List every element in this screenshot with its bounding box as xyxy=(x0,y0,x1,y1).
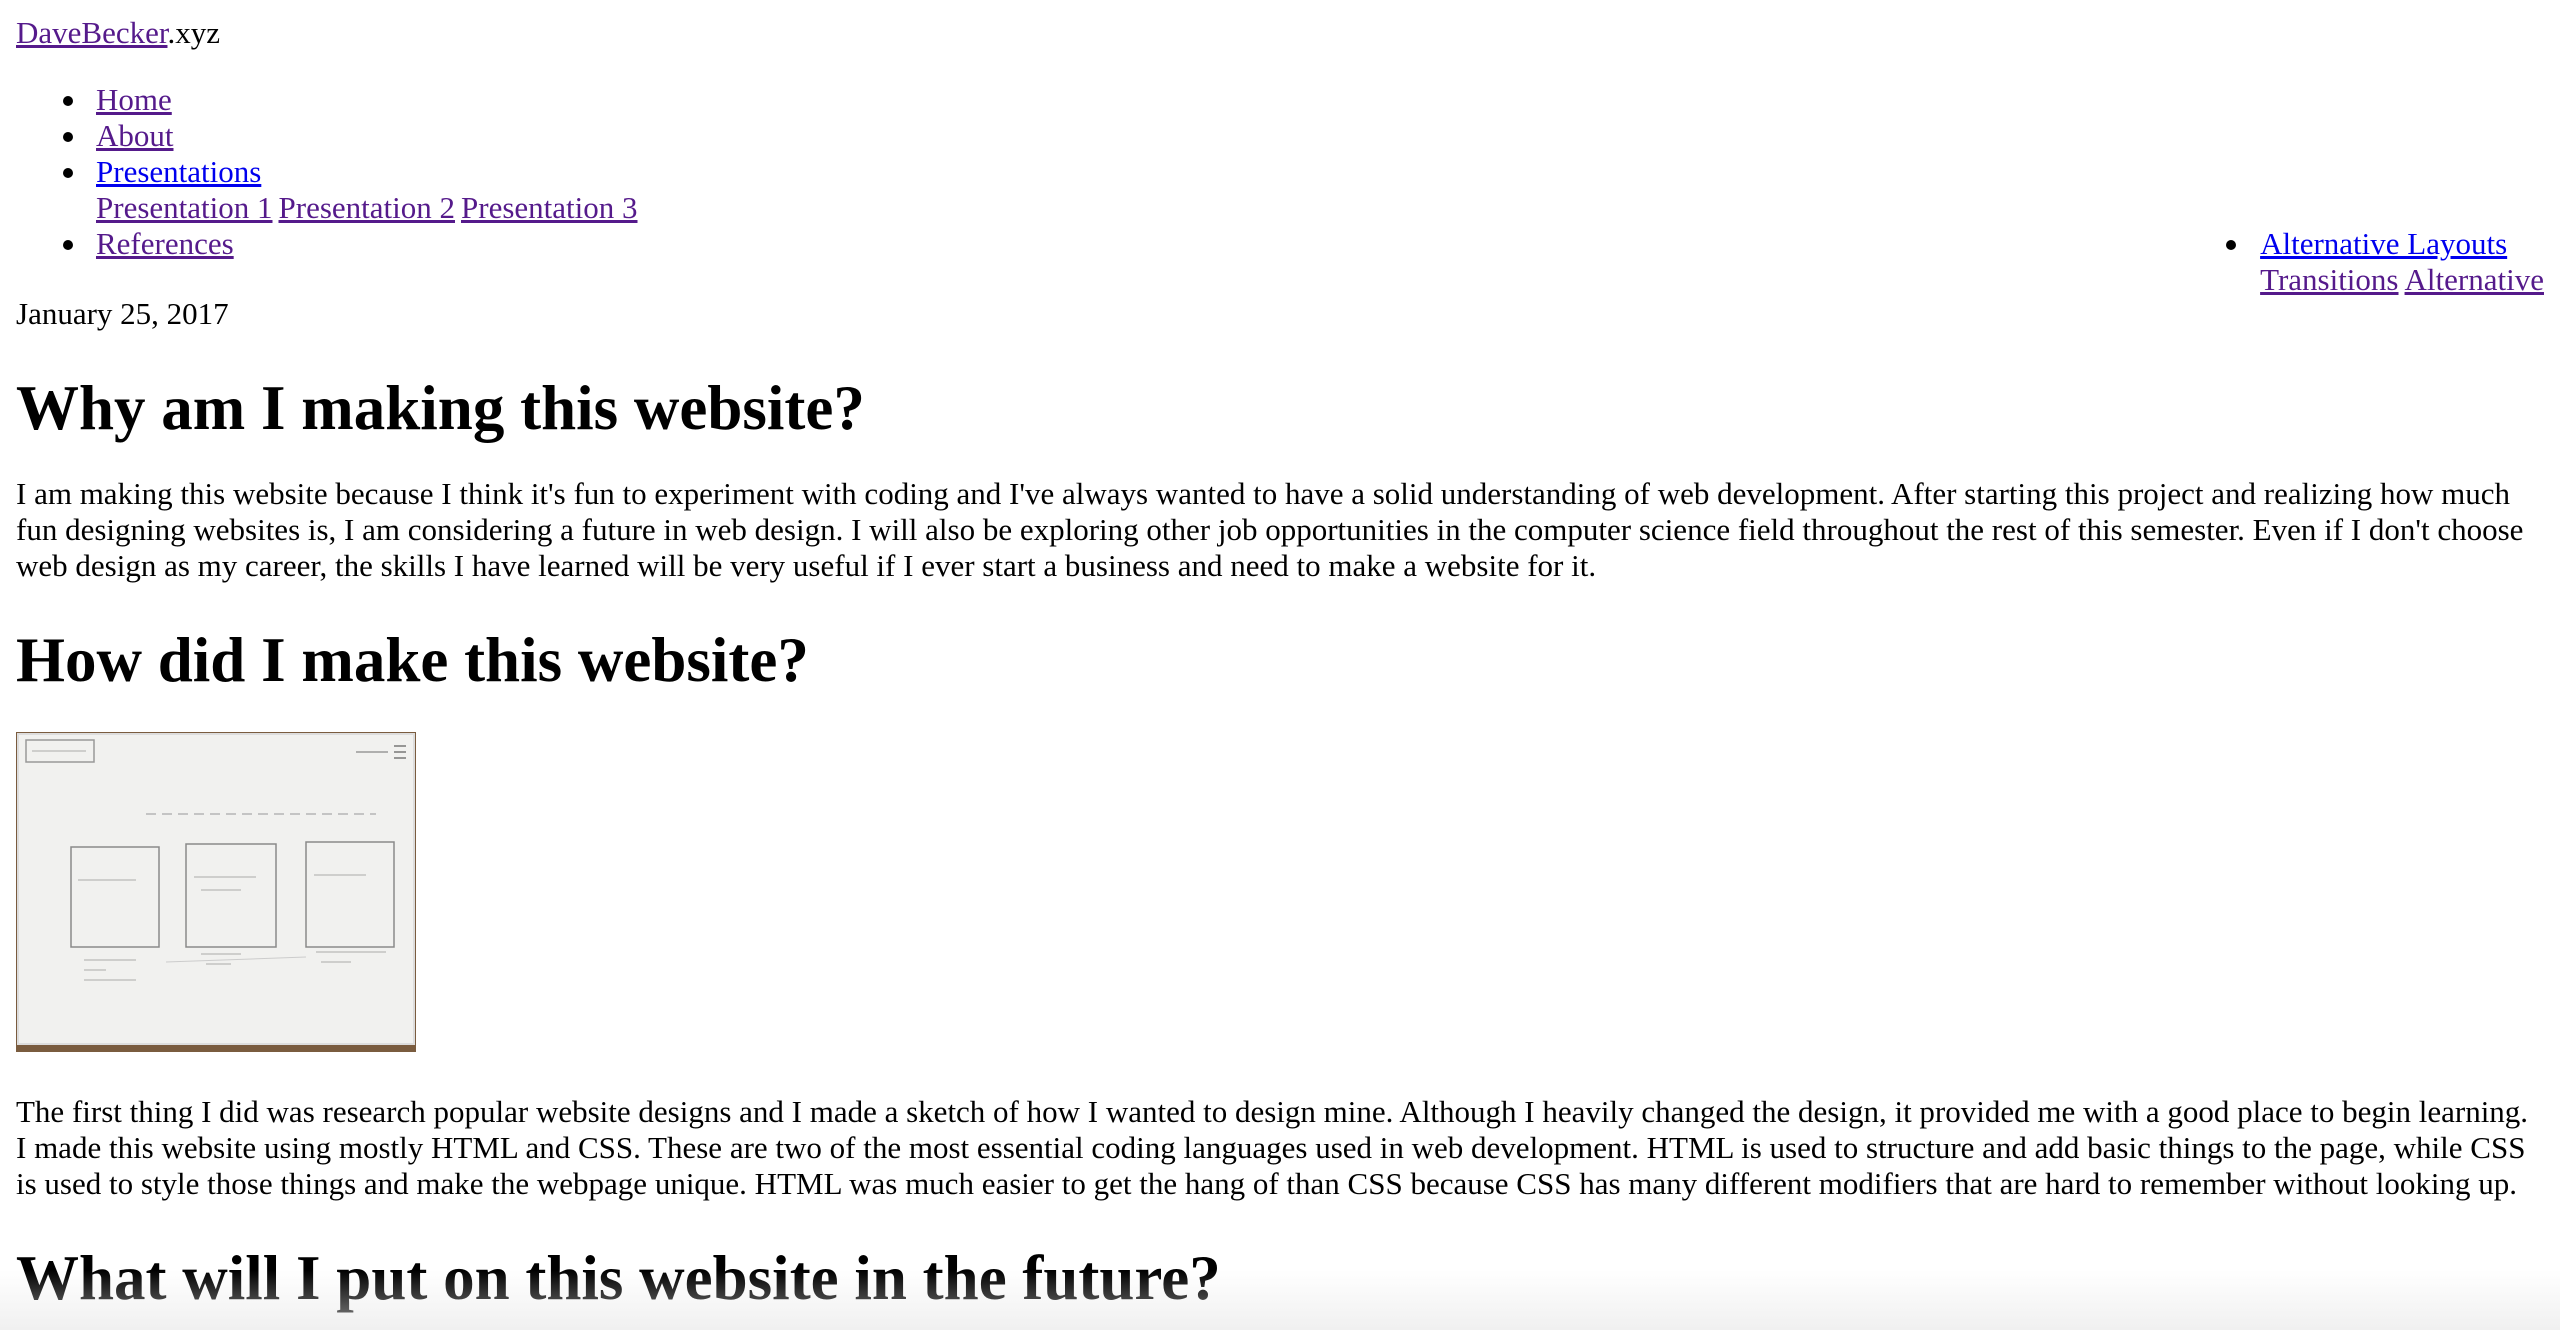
paragraph-why: I am making this website because I think… xyxy=(16,476,2524,583)
nav-link-presentation-1[interactable]: Presentation 1 xyxy=(96,190,273,225)
nav-item-alternative-layouts: Alternative Layouts Transitions Alternat… xyxy=(2226,226,2544,298)
article-content: Why am I making this website? I am makin… xyxy=(16,370,2544,1330)
nav-link-references[interactable]: References xyxy=(96,226,234,261)
heading-future: What will I put on this website in the f… xyxy=(16,1243,1221,1313)
nav-link-presentations[interactable]: Presentations xyxy=(96,154,261,189)
nav-link-presentation-3[interactable]: Presentation 3 xyxy=(461,190,638,225)
nav-link-about[interactable]: About xyxy=(96,118,174,153)
alternative-layouts-submenu: Transitions Alternative xyxy=(2260,262,2544,298)
heading-why: Why am I making this website? xyxy=(16,373,865,443)
presentations-submenu: Presentation 1 Presentation 2 Presentation… xyxy=(96,190,644,226)
nav-item-home: Home xyxy=(16,82,644,118)
site-home-link[interactable]: DaveBecker xyxy=(16,15,167,50)
nav-item-references: References xyxy=(16,226,644,262)
nav-link-transitions[interactable]: Transitions xyxy=(2260,262,2398,297)
nav-link-presentation-2[interactable]: Presentation 2 xyxy=(279,190,456,225)
post-date: January 25, 2017 xyxy=(16,296,229,331)
nav-item-about: About xyxy=(16,118,644,154)
nav-link-alternative-layouts[interactable]: Alternative Layouts xyxy=(2260,226,2507,261)
sketch-drawing xyxy=(17,733,415,1045)
website-sketch-image xyxy=(16,732,416,1052)
page: DaveBecker.xyz Home About Presentations … xyxy=(0,0,2560,1330)
nav-link-alternative[interactable]: Alternative xyxy=(2405,262,2544,297)
site-title-suffix: .xyz xyxy=(167,15,220,50)
alt-nav: Alternative Layouts Transitions Alternat… xyxy=(2226,226,2544,298)
nav-item-presentations: Presentations Presentation 1 Presentation… xyxy=(16,154,644,226)
site-title: DaveBecker.xyz xyxy=(16,14,220,52)
paragraph-how: The first thing I did was research popul… xyxy=(16,1094,2529,1201)
main-nav: Home About Presentations Presentation 1P… xyxy=(16,82,644,262)
heading-how: How did I make this website? xyxy=(16,625,809,695)
nav-link-home[interactable]: Home xyxy=(96,82,172,117)
